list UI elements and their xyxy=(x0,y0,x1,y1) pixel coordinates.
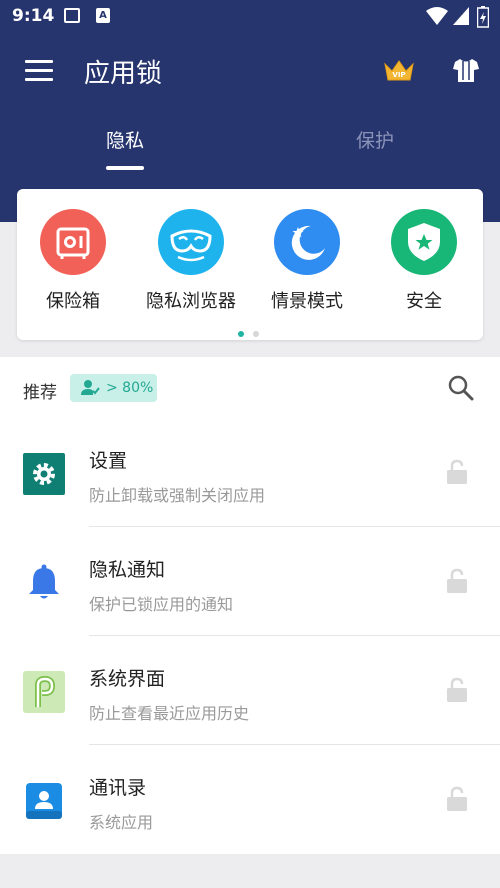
recommend-label: 推荐 xyxy=(23,383,57,403)
unlocked-icon[interactable] xyxy=(446,677,468,703)
feature-card: 保险箱 隐私浏览器 情景模式 安全 xyxy=(17,189,483,340)
unlocked-icon[interactable] xyxy=(446,568,468,594)
tab-privacy[interactable]: 隐私 xyxy=(106,126,144,153)
screenshot-icon xyxy=(64,8,80,23)
app-row-system-ui[interactable]: 系统界面 防止查看最近应用历史 xyxy=(0,636,500,745)
page-dot xyxy=(253,331,259,337)
status-time: 9:14 xyxy=(12,6,55,26)
app-desc: 防止卸载或强制关闭应用 xyxy=(89,486,266,505)
search-icon[interactable] xyxy=(447,374,475,402)
recommend-badge-text: > 80% xyxy=(106,380,154,396)
page-title: 应用锁 xyxy=(84,59,163,89)
crown-vip-text: VIP xyxy=(392,71,405,79)
user-check-icon xyxy=(81,380,100,395)
app-row-privacy-notification[interactable]: 隐私通知 保护已锁应用的通知 xyxy=(0,527,500,636)
app-list-panel: 推荐 > 80% 设置 防止卸载或强制关闭应用 隐私通知 保护已锁应用的通知 系… xyxy=(0,357,500,854)
moon-icon xyxy=(274,209,340,275)
app-row-settings[interactable]: 设置 防止卸载或强制关闭应用 xyxy=(0,418,500,527)
toolbar: 应用锁 VIP xyxy=(0,40,500,106)
battery-icon xyxy=(477,6,489,28)
tab-indicator xyxy=(106,166,144,170)
page-dot-active xyxy=(238,331,244,337)
app-name: 设置 xyxy=(89,450,128,472)
app-desc: 系统应用 xyxy=(89,813,154,832)
tshirt-icon[interactable] xyxy=(452,56,480,84)
bell-icon xyxy=(29,564,59,599)
mask-icon xyxy=(158,209,224,275)
feature-private-browser-label: 隐私浏览器 xyxy=(146,291,236,312)
signal-icon xyxy=(453,7,469,25)
app-name: 隐私通知 xyxy=(89,559,166,581)
system-ui-icon xyxy=(23,671,65,713)
crown-vip-icon[interactable]: VIP xyxy=(383,58,415,84)
feature-scene-mode-label: 情景模式 xyxy=(271,291,343,312)
app-desc: 保护已锁应用的通知 xyxy=(89,595,234,614)
vault-icon xyxy=(40,209,106,275)
feature-security[interactable]: 安全 xyxy=(374,209,474,313)
feature-scene-mode[interactable]: 情景模式 xyxy=(257,209,357,313)
app-desc: 防止查看最近应用历史 xyxy=(89,704,250,723)
feature-vault[interactable]: 保险箱 xyxy=(23,209,123,313)
app-name: 通讯录 xyxy=(89,777,147,799)
unlocked-icon[interactable] xyxy=(446,786,468,812)
menu-icon[interactable] xyxy=(25,60,53,84)
status-bar: 9:14 A xyxy=(0,0,500,34)
settings-gear-icon xyxy=(23,453,65,495)
feature-security-label: 安全 xyxy=(406,291,442,312)
contacts-icon xyxy=(26,783,62,819)
page-indicator xyxy=(238,322,268,341)
app-name: 系统界面 xyxy=(89,668,166,690)
recommend-badge: > 80% xyxy=(70,374,157,402)
tab-protect[interactable]: 保护 xyxy=(356,126,394,153)
app-row-contacts[interactable]: 通讯录 系统应用 xyxy=(0,745,500,854)
wifi-icon xyxy=(426,7,448,25)
feature-private-browser[interactable]: 隐私浏览器 xyxy=(141,209,241,313)
notification-a-icon: A xyxy=(96,8,110,23)
unlocked-icon[interactable] xyxy=(446,459,468,485)
feature-vault-label: 保险箱 xyxy=(46,291,100,312)
shield-icon xyxy=(391,209,457,275)
